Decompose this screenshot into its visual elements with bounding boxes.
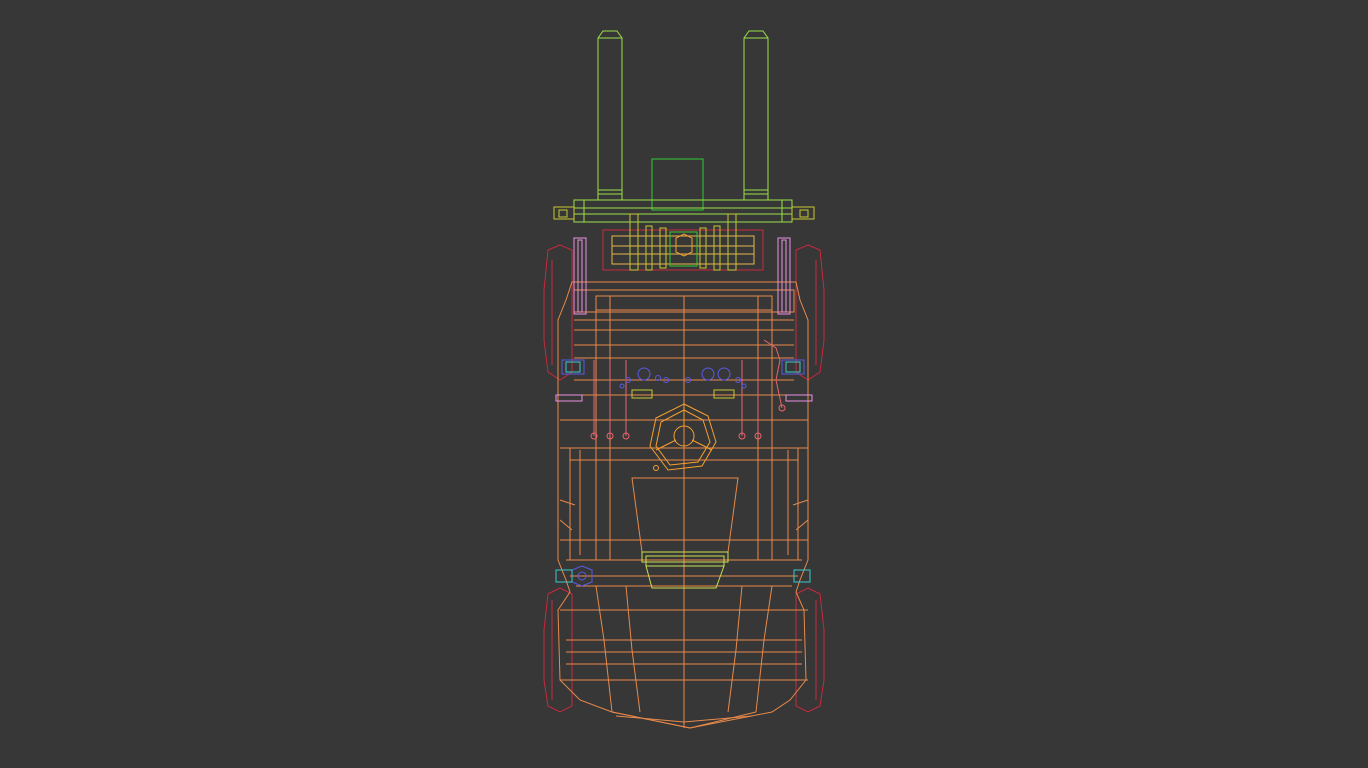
fork-carriage xyxy=(573,199,793,223)
heptagon-wheel-icon xyxy=(649,403,717,471)
operator-seat xyxy=(631,477,739,589)
hydraulic-cylinders xyxy=(590,339,786,440)
misc-brackets xyxy=(631,389,735,399)
carriage-side-brackets xyxy=(553,206,815,220)
fork-left xyxy=(597,30,623,201)
rear-tire-left xyxy=(543,587,573,713)
forklift-wireframe-drawing xyxy=(543,30,825,729)
3d-viewport-wireframe-forklift-top[interactable] xyxy=(0,0,1368,768)
load-backrest-box xyxy=(651,158,704,211)
control-levers-knobs xyxy=(619,367,747,389)
chassis-body xyxy=(557,281,809,729)
side-lamps xyxy=(561,359,805,375)
fork-right xyxy=(743,30,769,201)
rear-tire-right xyxy=(795,587,825,713)
